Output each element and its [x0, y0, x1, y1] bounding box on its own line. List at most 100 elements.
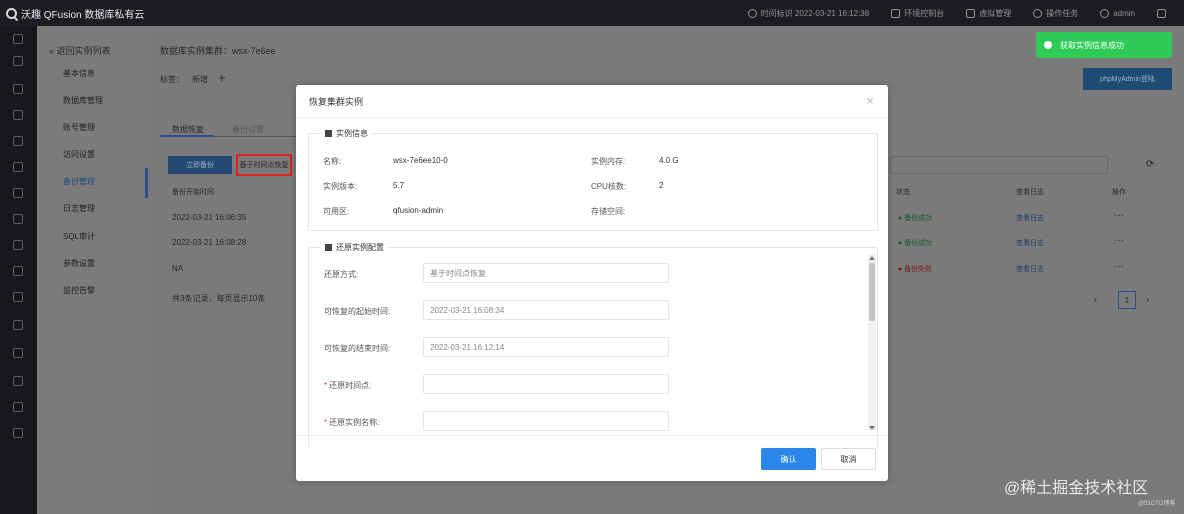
method-label: 还原方式:: [324, 270, 359, 279]
section-title: 实例信息: [321, 128, 372, 139]
cpu-value: 2: [659, 181, 664, 190]
database-icon[interactable]: [13, 110, 23, 120]
app-logo[interactable]: 沃趣 QFusion 数据库私有云: [6, 6, 144, 21]
backup-now-button[interactable]: 立即备份: [168, 156, 232, 174]
tab-data-restore[interactable]: 数据恢复: [172, 124, 204, 135]
confirm-button[interactable]: 确认: [761, 448, 816, 470]
tag-value: 新增: [192, 75, 208, 84]
dashboard-icon[interactable]: [13, 56, 23, 66]
cloud-icon[interactable]: [13, 84, 23, 94]
scroll-up-icon[interactable]: [869, 256, 875, 260]
check-circle-icon: [1044, 41, 1052, 49]
sidebar-item-db-manage[interactable]: 数据库管理: [63, 95, 103, 106]
next-page-icon[interactable]: ›: [1146, 294, 1149, 304]
lock-icon[interactable]: [13, 402, 23, 412]
server-icon[interactable]: [13, 348, 23, 358]
restore-form-scroll[interactable]: 还原方式: 基于时间点恢复 可恢复的起始时间: 2022-03-21 16:08…: [308, 247, 878, 435]
sidebar-item-access[interactable]: 访问设置: [63, 149, 95, 160]
gear-icon[interactable]: [13, 214, 23, 224]
name-label: 名称:: [323, 157, 342, 166]
refresh-icon[interactable]: ⟳: [1146, 159, 1154, 170]
grid-icon[interactable]: [13, 320, 23, 330]
sidebar-item-backup[interactable]: 备份管理: [63, 176, 95, 187]
name-value: wsx-7e6ee10-0: [393, 156, 448, 165]
sidebar-item-logs[interactable]: 日志管理: [63, 203, 95, 214]
instance-sidebar: « 返回实例列表 基本信息 数据库管理 账号管理 访问设置 备份管理 日志管理 …: [37, 26, 148, 514]
zone-label: 可用区:: [323, 207, 350, 216]
restore-point-input[interactable]: [423, 374, 669, 394]
phpmyadmin-login-button[interactable]: phpMyAdmin登陆: [1083, 68, 1172, 90]
storage-icon[interactable]: [13, 188, 23, 198]
file-icon[interactable]: [13, 292, 23, 302]
col-status: 状态: [896, 189, 910, 196]
view-log-link[interactable]: 查看日志: [1016, 264, 1044, 274]
zone-value: qfusion-admin: [393, 206, 444, 215]
page-number[interactable]: 1: [1118, 291, 1136, 309]
watermark: @稀土掘金技术社区: [1004, 480, 1149, 497]
chat-icon[interactable]: [13, 266, 23, 276]
logo-icon: [6, 7, 17, 19]
scroll-thumb[interactable]: [869, 263, 875, 321]
add-tag-icon[interactable]: +: [218, 70, 226, 85]
sidebar-item-account[interactable]: 账号管理: [63, 122, 95, 133]
sidebar-item-params[interactable]: 参数设置: [63, 258, 95, 269]
sidebar-item-basic-info[interactable]: 基本信息: [63, 68, 95, 79]
close-icon[interactable]: ×: [864, 94, 876, 107]
version-value: 5.7: [393, 181, 405, 190]
top-bar: 沃趣 QFusion 数据库私有云 时间标识 2022-03-21 16:12:…: [0, 0, 1184, 26]
menu-icon[interactable]: [13, 34, 23, 44]
restore-name-label: * 还原实例名称:: [324, 418, 380, 427]
virtual-manage-link[interactable]: 虚拟管理: [966, 8, 1011, 19]
app-title: 沃趣 QFusion 数据库私有云: [21, 9, 145, 21]
sidebar-item-sql-audit[interactable]: SQL审计: [63, 231, 95, 242]
user-icon: [1100, 8, 1110, 18]
user-menu[interactable]: admin: [1100, 8, 1135, 18]
logout-icon: [1157, 8, 1166, 18]
modal-footer: 确认 取消: [296, 435, 888, 481]
tag-label: 标签：: [160, 75, 184, 84]
logout-button[interactable]: [1157, 8, 1170, 18]
col-backup-time: 备份开始时间: [172, 189, 214, 196]
view-log-link[interactable]: 查看日志: [1016, 213, 1044, 223]
tab-backup-settings[interactable]: 备份设置: [232, 124, 264, 135]
console-icon: [891, 8, 901, 18]
bell-icon[interactable]: [13, 428, 23, 438]
prev-page-icon[interactable]: ‹: [1094, 294, 1097, 304]
icon-rail: [0, 26, 37, 514]
table-row: 2022-03-21 16:08:28: [172, 238, 247, 247]
method-field: 基于时间点恢复: [423, 263, 669, 283]
success-toast: 获取实例信息成功: [1036, 32, 1172, 58]
back-to-list-link[interactable]: « 返回实例列表: [49, 44, 111, 57]
time-restore-button[interactable]: 基于时间点恢复: [236, 154, 292, 176]
scroll-down-icon[interactable]: [869, 426, 875, 430]
storage-label: 存储空间:: [591, 207, 626, 216]
status-badge: ● 备份失败: [898, 266, 933, 273]
tab-active-underline: [160, 135, 214, 137]
memory-label: 实例内存:: [591, 157, 626, 166]
more-icon[interactable]: ···: [1114, 261, 1124, 272]
sidebar-item-monitor[interactable]: 监控告警: [63, 285, 95, 296]
task-link[interactable]: 操作任务: [1033, 8, 1078, 19]
cancel-button[interactable]: 取消: [821, 448, 876, 470]
calendar-icon[interactable]: [13, 376, 23, 386]
form-scrollbar[interactable]: [868, 255, 876, 431]
more-icon[interactable]: ···: [1114, 235, 1124, 246]
status-badge: ● 备份成功: [898, 240, 933, 247]
cluster-title: 数据库实例集群：wsx-7e6ee: [160, 46, 276, 56]
instance-info-section: 实例信息 名称: wsx-7e6ee10-0 实例内存: 4.0 G 实例版本:…: [308, 128, 878, 231]
time-indicator: 时间标识 2022-03-21 16:12:38: [747, 8, 869, 19]
start-time-field: 2022-03-21 16:08:34: [423, 300, 669, 320]
task-icon: [1033, 8, 1043, 18]
date-range-picker[interactable]: [890, 156, 1108, 174]
records-footer: 共3条记录，每页显示10条: [172, 294, 266, 303]
view-log-link[interactable]: 查看日志: [1016, 238, 1044, 248]
restore-name-input[interactable]: [423, 411, 669, 431]
more-icon[interactable]: ···: [1114, 210, 1124, 221]
tool-icon[interactable]: [13, 136, 23, 146]
env-console-link[interactable]: 环境控制台: [891, 8, 944, 19]
layers-icon[interactable]: [13, 162, 23, 172]
clock-icon: [747, 8, 757, 18]
hat-icon: [966, 8, 976, 18]
modal-header: 恢复集群实例 ×: [296, 85, 888, 119]
monitor-icon[interactable]: [13, 240, 23, 250]
